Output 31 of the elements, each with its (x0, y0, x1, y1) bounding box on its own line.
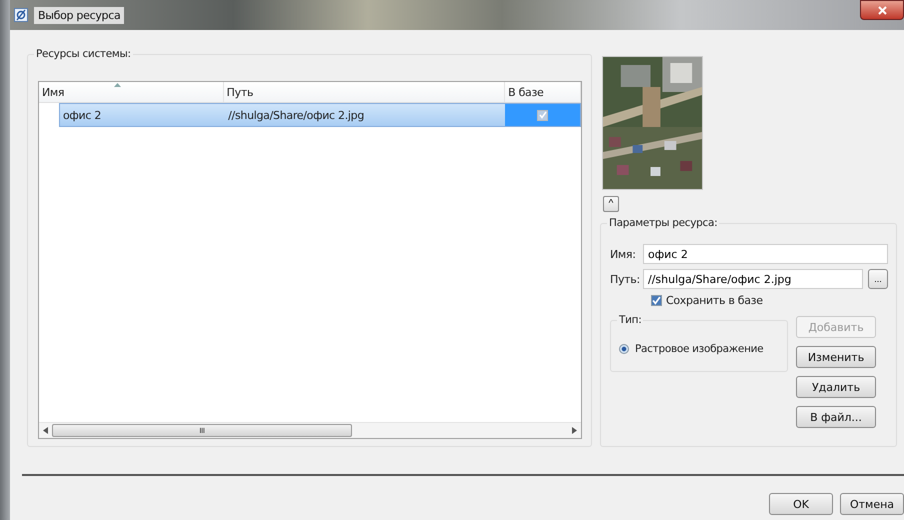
name-field[interactable]: офис 2 (643, 244, 888, 264)
column-header[interactable]: Путь (224, 82, 506, 102)
scroll-left-icon[interactable] (43, 427, 48, 434)
column-header[interactable]: Имя (39, 82, 224, 102)
action-button[interactable]: В файл... (796, 406, 876, 428)
app-icon (14, 8, 28, 22)
dialog-button[interactable]: OK (769, 493, 833, 515)
dialog-button[interactable]: Отмена (840, 493, 904, 515)
field-label: Путь: (610, 272, 638, 286)
group-title: Параметры ресурса: (607, 217, 720, 229)
browse-button[interactable]: ... (868, 269, 888, 289)
group-title: Тип: (617, 314, 644, 326)
scroll-right-icon[interactable] (572, 427, 577, 434)
action-button[interactable]: Удалить (796, 376, 876, 398)
checkbox[interactable] (651, 295, 662, 306)
table-cell-text: //shulga/Share/офис 2.jpg (227, 108, 366, 122)
close-icon (878, 6, 886, 14)
table-row[interactable]: офис 2 //shulga/Share/офис 2.jpg (59, 103, 581, 127)
group-title: Ресурсы системы: (34, 48, 133, 60)
field-label: Имя: (610, 248, 637, 260)
checkbox-label: Сохранить в базе (666, 294, 763, 307)
collapse-button[interactable]: ^ (603, 196, 619, 212)
close-button[interactable] (860, 0, 904, 20)
radio-button[interactable] (619, 344, 629, 354)
window-title: Выбор ресурса (34, 6, 124, 24)
column-header[interactable]: В базе (505, 82, 581, 102)
path-field[interactable]: //shulga/Share/офис 2.jpg (643, 269, 863, 289)
table-cell-text: офис 2 (62, 108, 102, 122)
checkbox[interactable] (537, 110, 548, 120)
action-button[interactable]: Изменить (796, 346, 876, 368)
radio-label: Растровое изображение (635, 343, 764, 355)
